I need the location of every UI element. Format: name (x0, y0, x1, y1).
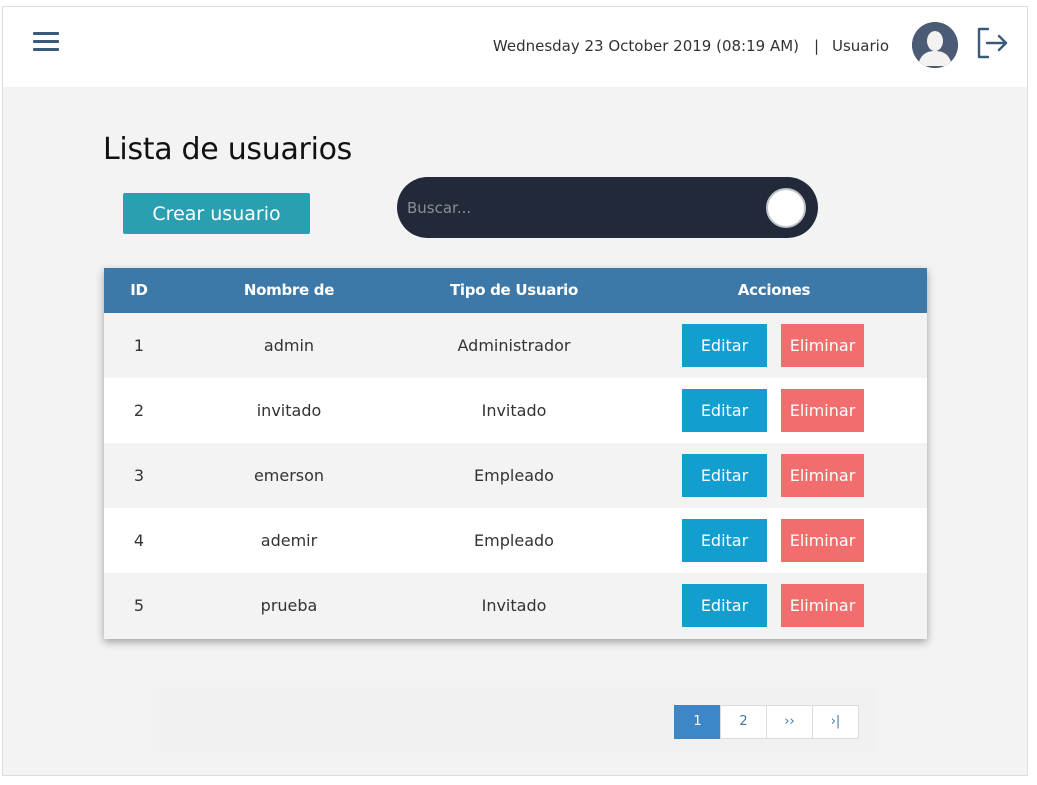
search-toggle-icon[interactable] (766, 188, 806, 228)
top-bar: Wednesday 23 October 2019 (08:19 AM) | U… (3, 7, 1027, 87)
table-row: 1 admin Administrador Editar Eliminar (104, 313, 927, 378)
next-page-button[interactable]: ›› (766, 705, 813, 739)
cell-usertype: Empleado (474, 531, 554, 550)
edit-button[interactable]: Editar (682, 389, 767, 432)
table-row: 4 ademir Empleado Editar Eliminar (104, 508, 927, 573)
current-user-label[interactable]: Usuario (832, 37, 889, 55)
edit-button[interactable]: Editar (682, 324, 767, 367)
app-frame: Wednesday 23 October 2019 (08:19 AM) | U… (2, 6, 1028, 776)
table-row: 3 emerson Empleado Editar Eliminar (104, 443, 927, 508)
cell-username: emerson (253, 466, 325, 485)
cell-username: invitado (256, 401, 322, 420)
header-usertype: Tipo de Usuario (449, 281, 579, 299)
page-2-button[interactable]: 2 (720, 705, 767, 739)
cell-username: prueba (260, 596, 318, 615)
user-avatar-icon[interactable] (912, 22, 958, 68)
logout-icon[interactable] (975, 26, 1009, 60)
cell-usertype: Invitado (481, 401, 547, 420)
edit-button[interactable]: Editar (682, 584, 767, 627)
edit-button[interactable]: Editar (682, 454, 767, 497)
cell-username: ademir (260, 531, 318, 550)
edit-button[interactable]: Editar (682, 519, 767, 562)
delete-button[interactable]: Eliminar (781, 454, 864, 497)
header-username: Nombre de Usuario (243, 281, 335, 344)
delete-button[interactable]: Eliminar (781, 584, 864, 627)
cell-id: 3 (133, 466, 145, 485)
header-id: ID (130, 281, 148, 299)
table-header: ID Nombre de Usuario Tipo de Usuario Acc… (104, 268, 927, 344)
create-user-button[interactable]: Crear usuario (123, 193, 310, 234)
cell-usertype: Administrador (457, 336, 571, 355)
cell-id: 4 (133, 531, 145, 550)
delete-button[interactable]: Eliminar (781, 519, 864, 562)
page-1-button[interactable]: 1 (674, 705, 721, 739)
table-row: 2 invitado Invitado Editar Eliminar (104, 378, 927, 443)
cell-id: 1 (133, 336, 145, 355)
current-datetime: Wednesday 23 October 2019 (08:19 AM) (492, 37, 799, 55)
search-bar (397, 177, 818, 238)
search-input[interactable] (407, 195, 747, 221)
cell-id: 2 (133, 401, 145, 420)
hamburger-menu-icon[interactable] (33, 32, 59, 52)
users-table: ID Nombre de Usuario Tipo de Usuario Acc… (104, 268, 927, 639)
cell-usertype: Invitado (481, 596, 547, 615)
last-page-button[interactable]: ›| (812, 705, 859, 739)
delete-button[interactable]: Eliminar (781, 324, 864, 367)
header-separator: | (814, 37, 820, 55)
cell-usertype: Empleado (474, 466, 554, 485)
page-title: Lista de usuarios (103, 132, 352, 167)
header-actions: Acciones (737, 281, 811, 299)
cell-id: 5 (133, 596, 145, 615)
table-row: 5 prueba Invitado Editar Eliminar (104, 573, 927, 638)
delete-button[interactable]: Eliminar (781, 389, 864, 432)
cell-username: admin (263, 336, 315, 355)
pagination: 1 2 ›› ›| (674, 705, 859, 739)
